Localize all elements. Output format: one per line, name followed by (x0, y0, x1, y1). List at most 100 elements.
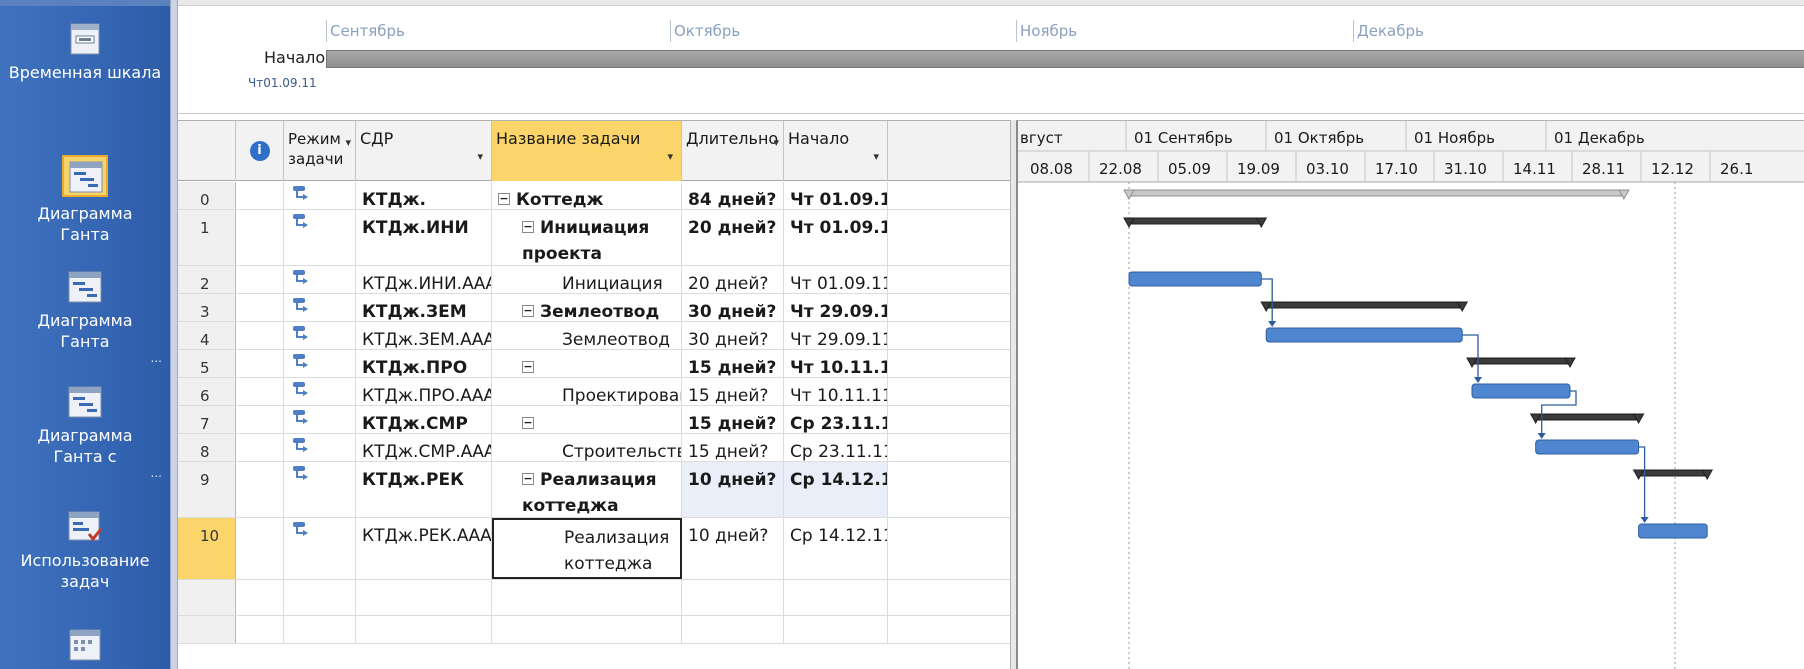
summary-bar[interactable] (1638, 469, 1708, 477)
view-bar-splitter[interactable] (170, 0, 178, 669)
row-number[interactable]: 6 (178, 378, 236, 405)
column-task-mode[interactable]: Режим задачи ▾ (284, 121, 356, 181)
select-all-corner[interactable] (178, 121, 236, 181)
task-bar[interactable] (1471, 383, 1571, 399)
row-number[interactable]: 2 (178, 266, 236, 293)
row-number[interactable]: 0 (178, 182, 236, 209)
collapse-icon[interactable]: − (522, 361, 534, 373)
task-name-cell[interactable]: − Коттедж (492, 182, 682, 209)
summary-bar[interactable] (1128, 217, 1262, 225)
table-row[interactable]: 10 КТДж.РЕК.ААА Реализация коттеджа 10 дней… (178, 518, 1010, 580)
duration-cell[interactable]: 20 дней? (682, 210, 784, 265)
view-gantt-chart-2[interactable]: Диаграмма Ганта ... (0, 270, 170, 365)
task-bar[interactable] (1128, 271, 1262, 287)
task-bar[interactable] (1535, 439, 1640, 455)
wbs-cell[interactable]: КТДж.РЕК.ААА (356, 518, 492, 579)
duration-cell[interactable]: 84 дней? (682, 182, 784, 209)
row-number[interactable]: 3 (178, 294, 236, 321)
table-row[interactable]: 6 КТДж.ПРО.ААА Проектировани15 дней?Чт 10.… (178, 378, 1010, 406)
row-number[interactable]: 4 (178, 322, 236, 349)
wbs-cell[interactable]: КТДж. (356, 182, 492, 209)
start-cell[interactable]: Чт 29.09.11 (784, 294, 888, 321)
task-name-cell[interactable]: −Проектирование (492, 350, 682, 377)
table-row[interactable]: 0 КТДж.−Коттедж84 дней?Чт 01.09.11 (178, 182, 1010, 210)
wbs-cell[interactable]: КТДж.ИНИ.ААА (356, 266, 492, 293)
task-name-cell[interactable]: Инициация (492, 266, 682, 293)
start-cell[interactable]: Чт 29.09.11 (784, 322, 888, 349)
table-row[interactable]: 4 КТДж.ЗЕМ.ААА Землеотвод 30 дней? Чт 29.09.… (178, 322, 1010, 350)
column-start[interactable]: Начало ▾ (784, 121, 888, 181)
task-name-cell[interactable]: − Землеотвод (492, 294, 682, 321)
start-cell[interactable]: Чт 10.11.11 (784, 350, 888, 377)
duration-cell[interactable]: 20 дней? (682, 266, 784, 293)
table-row[interactable]: 1 КТДж.ИНИ − Инициация проекта 20 дней? Чт 01… (178, 210, 1010, 266)
duration-cell[interactable]: 30 дней? (682, 322, 784, 349)
table-row[interactable]: 5 КТДж.ПРО−Проектирование15 дней?Чт 10.11… (178, 350, 1010, 378)
column-indicators[interactable]: i (236, 121, 284, 181)
task-name-cell[interactable]: Землеотвод (492, 322, 682, 349)
view-calendar[interactable] (0, 628, 170, 668)
dropdown-arrow-icon[interactable]: ▾ (873, 147, 879, 167)
start-cell[interactable]: Ср 14.12.11 (784, 518, 888, 579)
task-mode-cell[interactable] (284, 434, 356, 461)
task-name-cell[interactable]: −Строительство (492, 406, 682, 433)
start-cell[interactable]: Чт 10.11.11 (784, 378, 888, 405)
task-mode-cell[interactable] (284, 462, 356, 517)
summary-bar[interactable] (1265, 301, 1463, 309)
task-mode-cell[interactable] (284, 266, 356, 293)
task-name-cell[interactable]: − Реализация коттеджа (492, 462, 682, 517)
duration-cell[interactable]: 15 дней? (682, 434, 784, 461)
table-row[interactable]: 7 КТДж.СМР−Строительство15 дней?Ср 23.11.… (178, 406, 1010, 434)
task-name-cell[interactable]: Реализация коттеджа (492, 518, 682, 579)
timeline-project-bar[interactable] (326, 50, 1804, 68)
dropdown-arrow-icon[interactable]: ▾ (477, 147, 483, 167)
task-mode-cell[interactable] (284, 210, 356, 265)
start-cell[interactable]: Чт 01.09.11 (784, 182, 888, 209)
row-number[interactable]: 5 (178, 350, 236, 377)
collapse-icon[interactable]: − (522, 417, 534, 429)
wbs-cell[interactable]: КТДж.СМР (356, 406, 492, 433)
summary-bar[interactable] (1128, 189, 1625, 197)
view-timeline[interactable]: Временная шкала (0, 22, 170, 83)
start-cell[interactable]: Ср 23.11.11 (784, 434, 888, 461)
wbs-cell[interactable]: КТДж.ЗЕМ (356, 294, 492, 321)
start-cell[interactable]: Чт 01.09.11 (784, 210, 888, 265)
table-row[interactable]: 2 КТДж.ИНИ.ААА Инициация 20 дней? Чт 01.09.1… (178, 266, 1010, 294)
wbs-cell[interactable]: КТДж.СМР.ААА (356, 434, 492, 461)
column-task-name[interactable]: Название задачи ▾ (492, 121, 682, 181)
start-cell[interactable]: Ср 23.11.11 (784, 406, 888, 433)
task-mode-cell[interactable] (284, 322, 356, 349)
start-cell[interactable]: Ср 14.12.11 (784, 462, 888, 517)
wbs-cell[interactable]: КТДж.ПРО.ААА (356, 378, 492, 405)
summary-bar[interactable] (1535, 413, 1640, 421)
view-gantt-chart-3[interactable]: Диаграмма Ганта с ... (0, 385, 170, 480)
duration-cell[interactable]: 15 дней? (682, 350, 784, 377)
collapse-icon[interactable]: − (522, 473, 534, 485)
dropdown-arrow-icon[interactable]: ▾ (667, 147, 673, 167)
view-task-usage[interactable]: Использование задач (0, 510, 170, 592)
row-number[interactable] (178, 616, 236, 643)
collapse-icon[interactable]: − (498, 193, 510, 205)
dropdown-arrow-icon[interactable]: ▾ (345, 133, 351, 153)
duration-cell[interactable]: 10 дней? (682, 462, 784, 517)
wbs-cell[interactable]: КТДж.ПРО (356, 350, 492, 377)
task-mode-cell[interactable] (284, 350, 356, 377)
dropdown-arrow-icon[interactable]: ▾ (773, 133, 779, 153)
task-mode-cell[interactable] (284, 378, 356, 405)
row-number[interactable] (178, 580, 236, 615)
task-name-cell[interactable]: Проектировани (492, 378, 682, 405)
task-mode-cell[interactable] (284, 182, 356, 209)
summary-bar[interactable] (1471, 357, 1571, 365)
task-name-cell[interactable]: Строительство (492, 434, 682, 461)
task-mode-cell[interactable] (284, 518, 356, 579)
collapse-icon[interactable]: − (522, 305, 534, 317)
collapse-icon[interactable]: − (522, 221, 534, 233)
column-wbs[interactable]: СДР ▾ (356, 121, 492, 181)
task-name-cell[interactable]: − Инициация проекта (492, 210, 682, 265)
wbs-cell[interactable]: КТДж.РЕК (356, 462, 492, 517)
gantt-chart[interactable]: вгуст 01 Сентябрь 01 Октябрь 01 Ноябрь 01 Де… (1016, 120, 1804, 669)
task-mode-cell[interactable] (284, 294, 356, 321)
table-row[interactable]: 9 КТДж.РЕК − Реализация коттеджа 10 дней? Ср … (178, 462, 1010, 518)
view-gantt-chart[interactable]: Диаграмма Ганта (0, 155, 170, 245)
duration-cell[interactable]: 15 дней? (682, 378, 784, 405)
